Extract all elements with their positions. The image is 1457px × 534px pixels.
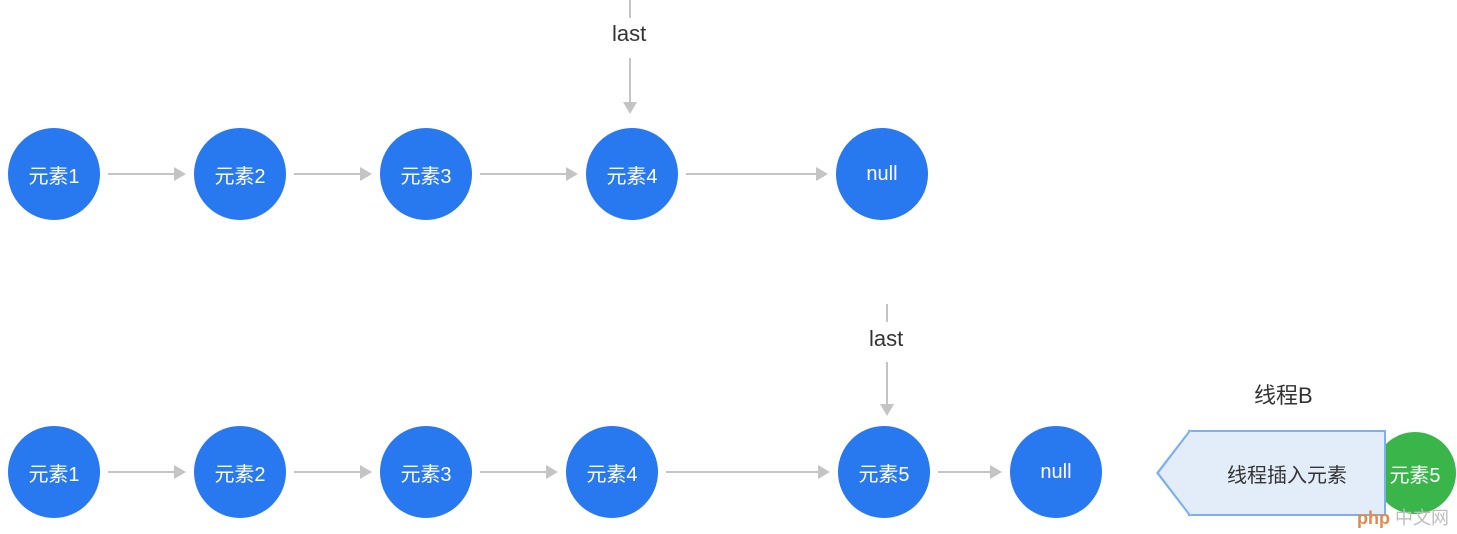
watermark-brand: php bbox=[1357, 508, 1390, 528]
node-row2-null: null bbox=[1010, 426, 1102, 518]
node-row2-3: 元素3 bbox=[380, 426, 472, 518]
node-row2-4: 元素4 bbox=[566, 426, 658, 518]
node-label: 元素3 bbox=[400, 160, 451, 189]
arrow-row1-4 bbox=[678, 166, 836, 182]
extra-node-green: 元素5 bbox=[1374, 432, 1456, 514]
node-label: 元素4 bbox=[606, 160, 657, 189]
arrow-down-bottom bbox=[886, 362, 888, 414]
node-label: 元素4 bbox=[586, 458, 637, 487]
node-row1-null: null bbox=[836, 128, 928, 220]
arrow-down-top bbox=[629, 58, 631, 112]
node-label: null bbox=[1040, 461, 1071, 484]
node-row2-2: 元素2 bbox=[194, 426, 286, 518]
node-label: 元素3 bbox=[400, 458, 451, 487]
watermark: php 中文网 bbox=[1357, 504, 1449, 530]
node-label: 元素5 bbox=[1389, 459, 1440, 488]
node-label: 元素5 bbox=[858, 458, 909, 487]
node-row2-5: 元素5 bbox=[838, 426, 930, 518]
arrow-row1-3 bbox=[472, 166, 586, 182]
node-label: null bbox=[866, 163, 897, 186]
arrow-row2-4 bbox=[658, 464, 838, 480]
node-row1-4: 元素4 bbox=[586, 128, 678, 220]
arrow-row2-2 bbox=[286, 464, 380, 480]
node-row1-1: 元素1 bbox=[8, 128, 100, 220]
tick-top bbox=[629, 0, 631, 18]
linked-list-row-1: 元素1 元素2 元素3 元素4 null bbox=[8, 128, 928, 220]
watermark-text: 中文网 bbox=[1395, 508, 1449, 528]
arrow-row1-1 bbox=[100, 166, 194, 182]
node-label: 元素2 bbox=[214, 458, 265, 487]
arrow-row1-2 bbox=[286, 166, 380, 182]
linked-list-row-2: 元素1 元素2 元素3 元素4 元素5 null bbox=[8, 426, 1102, 518]
thread-b-label: 线程B bbox=[1254, 378, 1313, 410]
last-label-bottom: last bbox=[869, 326, 903, 352]
node-label: 元素2 bbox=[214, 160, 265, 189]
tick-bottom bbox=[886, 304, 888, 322]
banner-text: 线程插入元素 bbox=[1227, 459, 1347, 488]
arrow-row2-3 bbox=[472, 464, 566, 480]
node-row1-3: 元素3 bbox=[380, 128, 472, 220]
node-label: 元素1 bbox=[28, 458, 79, 487]
node-row2-1: 元素1 bbox=[8, 426, 100, 518]
arrow-row2-5 bbox=[930, 464, 1010, 480]
node-label: 元素1 bbox=[28, 160, 79, 189]
arrow-row2-1 bbox=[100, 464, 194, 480]
last-label-top: last bbox=[612, 21, 646, 47]
node-row1-2: 元素2 bbox=[194, 128, 286, 220]
